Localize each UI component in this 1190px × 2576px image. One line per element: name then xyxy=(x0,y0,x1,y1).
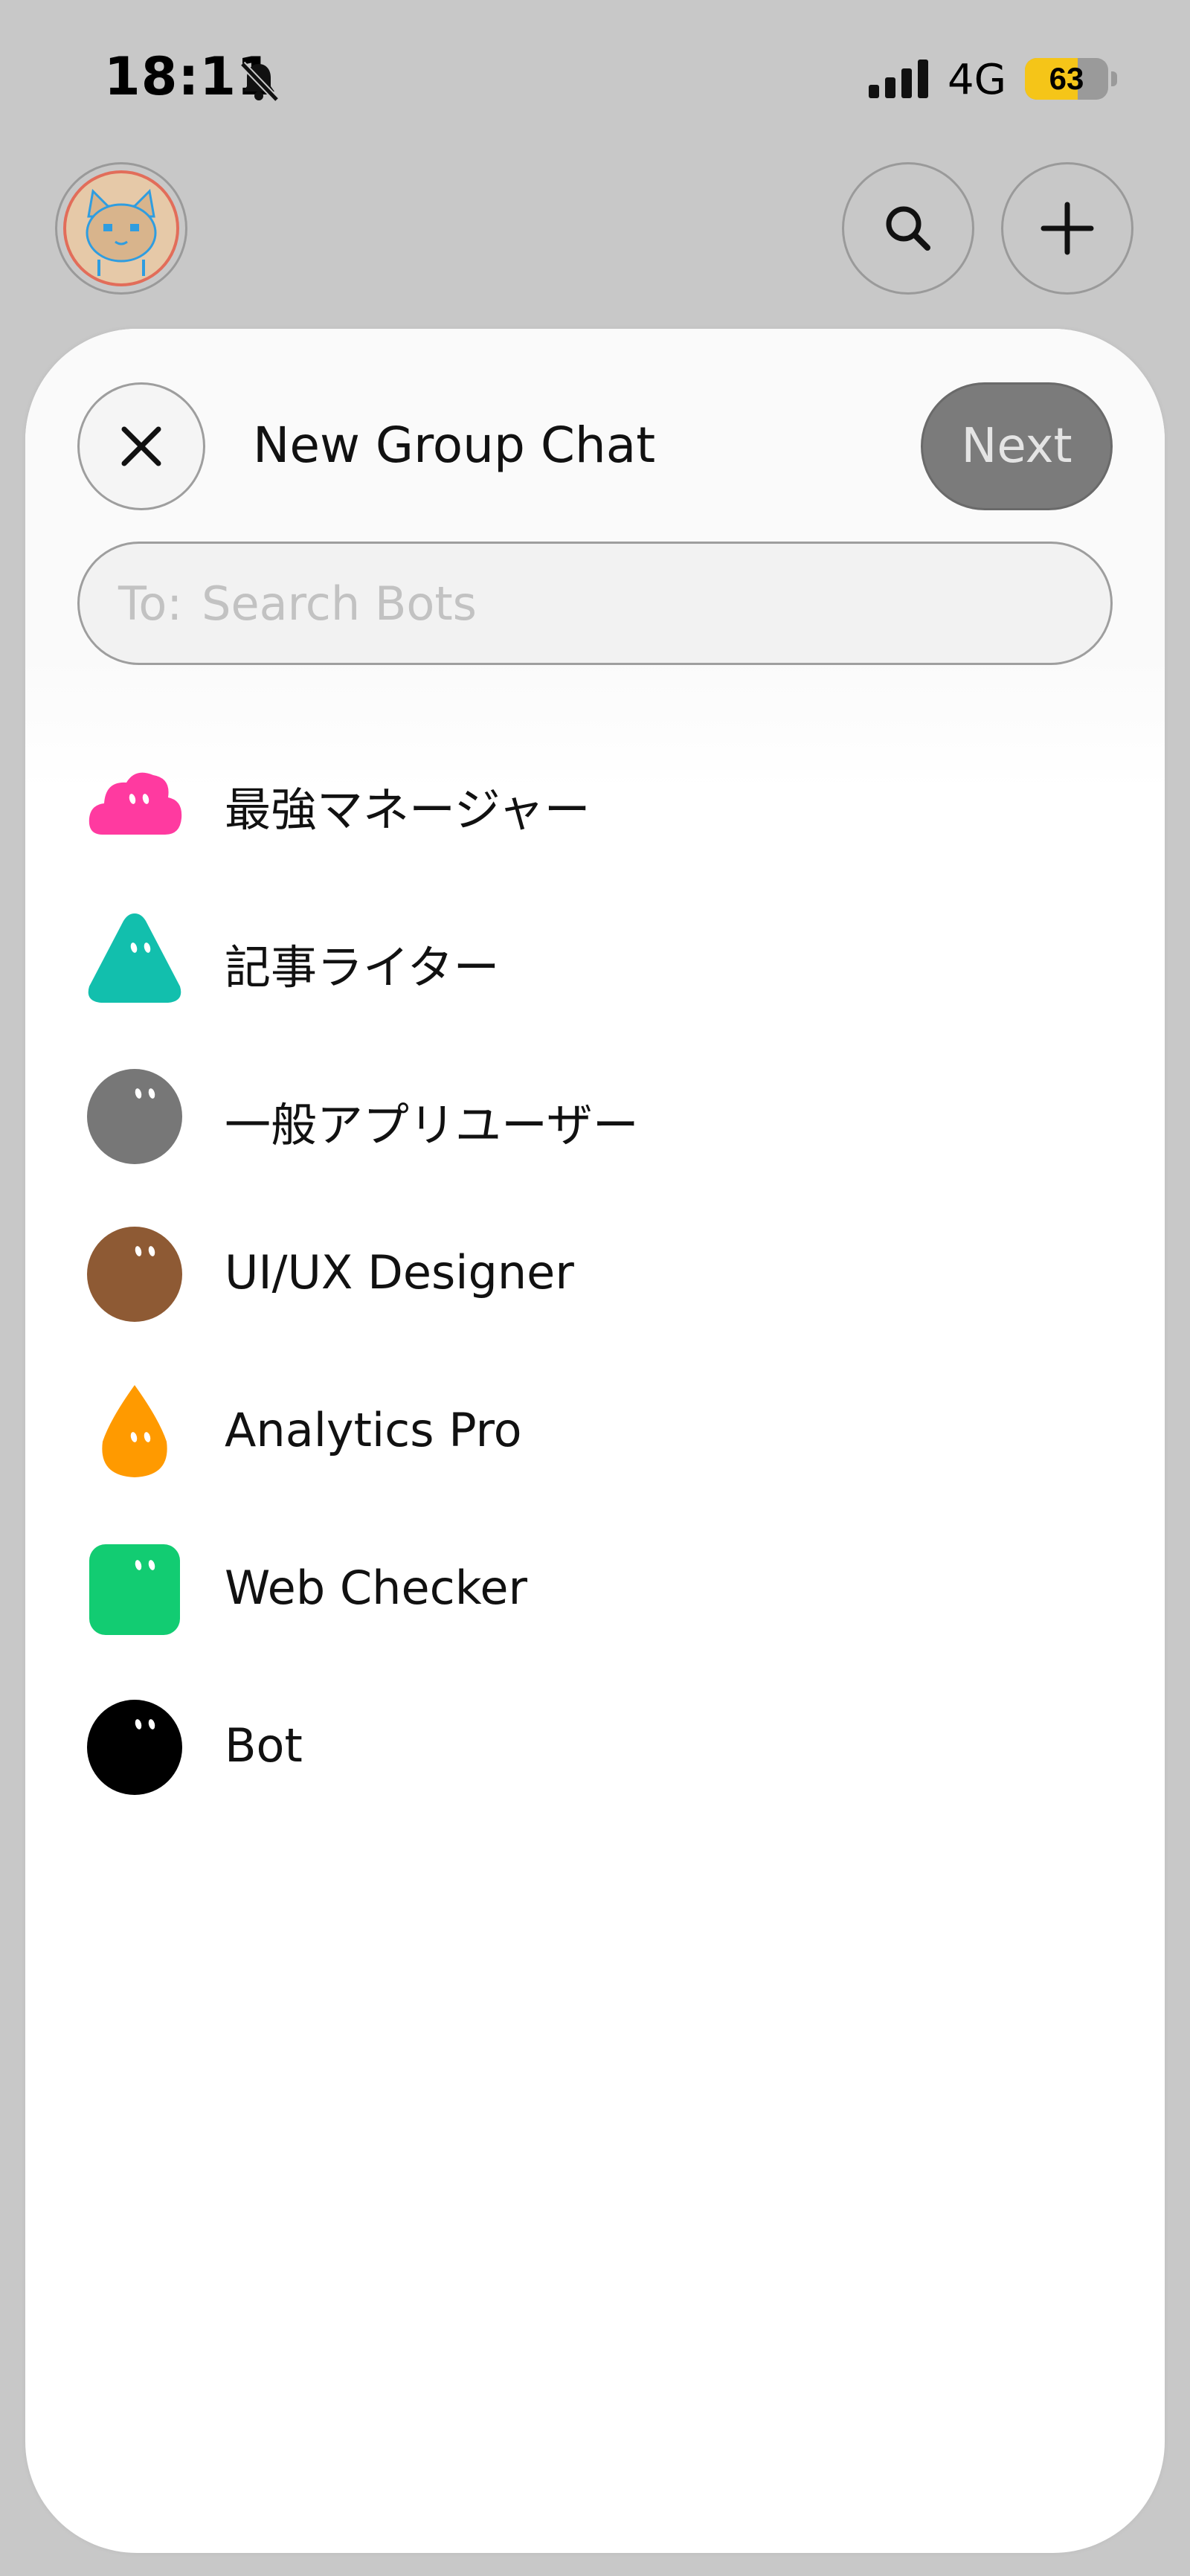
search-button[interactable] xyxy=(842,162,974,295)
battery-tip xyxy=(1111,71,1117,86)
close-button[interactable] xyxy=(77,382,205,510)
bot-list: 最強マネージャー 記事ライター一般アプリユーザー UI/UX Designer Ana… xyxy=(25,751,1165,1855)
next-button[interactable]: Next xyxy=(921,382,1113,510)
list-item[interactable]: Web Checker xyxy=(25,1540,1165,1697)
circle-bot-icon xyxy=(87,1700,182,1795)
list-item[interactable]: Analytics Pro xyxy=(25,1382,1165,1540)
cat-avatar-image xyxy=(63,170,179,286)
network-type: 4G xyxy=(948,56,1007,104)
cat-avatar-icon[interactable] xyxy=(55,162,187,295)
list-item[interactable]: Bot xyxy=(25,1697,1165,1855)
list-item[interactable]: UI/UX Designer xyxy=(25,1224,1165,1382)
list-item[interactable]: 一般アプリユーザー xyxy=(25,1067,1165,1224)
close-icon xyxy=(121,426,161,466)
new-group-chat-sheet: New Group Chat Next To: Search Bots 最強マネ… xyxy=(25,329,1165,2553)
circle-bot-icon xyxy=(87,1227,182,1322)
add-button[interactable] xyxy=(1001,162,1133,295)
list-item[interactable]: 記事ライター xyxy=(25,909,1165,1067)
bot-name: 記事ライター xyxy=(225,940,500,995)
search-input[interactable]: To: Search Bots xyxy=(77,542,1113,665)
search-placeholder: Search Bots xyxy=(202,576,477,631)
circle-bot-icon xyxy=(87,1069,182,1164)
list-item[interactable]: 最強マネージャー xyxy=(25,751,1165,909)
search-icon xyxy=(886,206,930,251)
square-bot-icon xyxy=(89,1544,180,1635)
battery-icon: 63 xyxy=(1025,58,1108,100)
drop-bot-icon xyxy=(102,1385,167,1477)
bot-name: 一般アプリユーザー xyxy=(225,1098,639,1152)
status-bar: 18:11 4G 63 xyxy=(0,0,1190,149)
plus-icon xyxy=(1041,202,1094,255)
bot-name: UI/UX Designer xyxy=(225,1245,574,1300)
bot-name: Web Checker xyxy=(225,1561,528,1615)
bot-name: 最強マネージャー xyxy=(225,783,591,837)
bot-name: Bot xyxy=(225,1718,303,1773)
bell-slash-icon xyxy=(239,61,280,103)
page-title: New Group Chat xyxy=(253,417,656,474)
signal-bars-icon xyxy=(869,60,928,98)
battery-percent: 63 xyxy=(1049,61,1084,96)
triangle-bot-icon xyxy=(88,913,181,1003)
search-prefix: To: xyxy=(118,576,183,631)
bot-name: Analytics Pro xyxy=(225,1403,522,1457)
cloud-bot-icon xyxy=(89,772,182,835)
